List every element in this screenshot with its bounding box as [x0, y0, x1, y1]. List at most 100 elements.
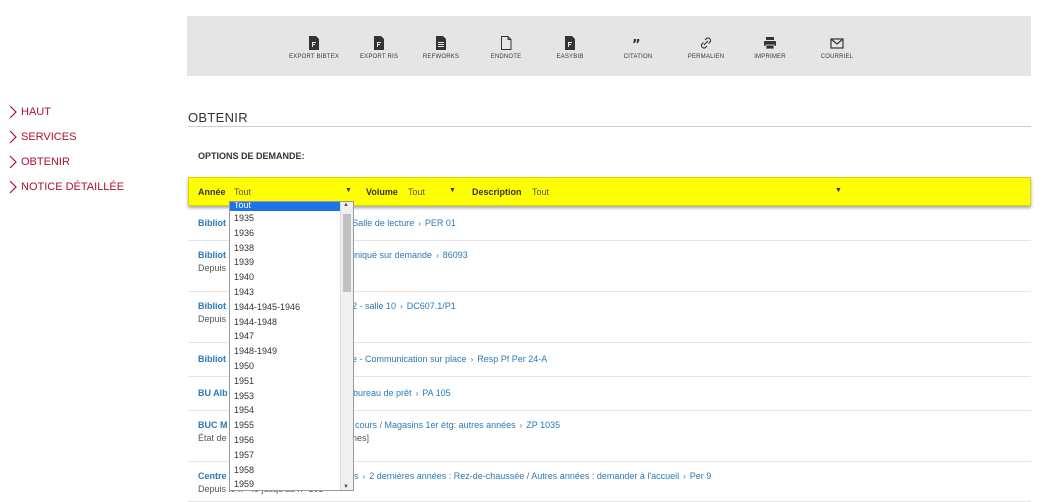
- toolbar-button-export-bibtex[interactable]: EXPORT BIBTEX: [279, 36, 349, 60]
- location-part[interactable]: ée en cours / Magasins 1er étg: autres a…: [330, 420, 516, 430]
- file-icon: [535, 36, 605, 50]
- sidenav-item-obtenir[interactable]: OBTENIR: [8, 154, 124, 170]
- sidenav-item-notice-détaillée[interactable]: NOTICE DÉTAILLÉE: [8, 179, 124, 195]
- scrollbar-thumb[interactable]: [343, 214, 351, 292]
- dropdown-option[interactable]: 1954: [230, 403, 353, 418]
- library-link[interactable]: Bibliot: [198, 301, 226, 311]
- holding-statement: Depuis: [198, 314, 227, 324]
- scroll-down-icon[interactable]: ▼: [343, 484, 349, 490]
- dropdown-option[interactable]: 1939: [230, 255, 353, 270]
- location-part[interactable]: ZP 1035: [526, 420, 560, 430]
- dropdown-option[interactable]: 1936: [230, 226, 353, 241]
- dropdown-option[interactable]: 1944-1948: [230, 315, 353, 330]
- dropdown-option[interactable]: Tout: [230, 202, 353, 211]
- chevron-right-icon: [9, 155, 17, 169]
- section-divider: [188, 126, 1031, 127]
- toolbar-button-citation[interactable]: ” CITATION: [603, 36, 673, 60]
- toolbar-button-permalien[interactable]: PERMALIEN: [671, 36, 741, 60]
- volume-caret-icon[interactable]: ▼: [449, 187, 456, 194]
- library-link[interactable]: Centre: [198, 471, 227, 481]
- request-options-label: OPTIONS DE DEMANDE:: [198, 151, 305, 161]
- dropdown-option[interactable]: 1940: [230, 270, 353, 285]
- chevron-right-icon: ›: [436, 251, 439, 260]
- dropdown-option[interactable]: 1944-1945-1946: [230, 300, 353, 315]
- dropdown-option[interactable]: 1953: [230, 389, 353, 404]
- chevron-right-icon: ›: [400, 302, 403, 311]
- dropdown-option[interactable]: 1948-1949: [230, 344, 353, 359]
- envelope-icon: [802, 36, 872, 50]
- volume-filter-select[interactable]: Tout: [408, 187, 425, 197]
- chevron-right-icon: ›: [470, 355, 474, 364]
- toolbar-button-imprimer[interactable]: IMPRIMER: [735, 36, 805, 60]
- year-filter-select[interactable]: Tout: [234, 187, 251, 197]
- dropdown-option[interactable]: 1950: [230, 359, 353, 374]
- dropdown-option[interactable]: 1957: [230, 448, 353, 463]
- location-part[interactable]: DC607.1/P1: [407, 301, 456, 311]
- description-filter-select[interactable]: Tout: [532, 187, 549, 197]
- file-icon: [344, 36, 414, 50]
- toolbar-button-label: EASYBIB: [556, 54, 584, 60]
- document-icon: [406, 36, 476, 50]
- svg-text:”: ”: [632, 38, 641, 50]
- file-icon: [279, 36, 349, 50]
- toolbar-button-label: ENDNOTE: [490, 54, 522, 60]
- toolbar-button-label: CITATION: [623, 54, 653, 60]
- dropdown-option[interactable]: 1938: [230, 241, 353, 256]
- dropdown-option[interactable]: 1956: [230, 433, 353, 448]
- library-link[interactable]: BU Alb: [198, 388, 228, 398]
- dropdown-option[interactable]: 1943: [230, 285, 353, 300]
- toolbar-button-label: EXPORT RIS: [359, 54, 399, 60]
- holding-statement: Depuis: [198, 263, 227, 273]
- year-filter-label: Année: [198, 187, 226, 197]
- quote-icon: ”: [603, 36, 673, 50]
- toolbar-button-label: IMPRIMER: [754, 54, 786, 60]
- chevron-right-icon: [9, 180, 17, 194]
- sidenav-item-label: HAUT: [21, 106, 51, 118]
- dropdown-scrollbar[interactable]: ▲ ▼: [340, 202, 353, 490]
- library-link[interactable]: Bibliot: [198, 218, 226, 228]
- location-part[interactable]: 86093: [443, 250, 468, 260]
- dropdown-option[interactable]: 1947: [230, 329, 353, 344]
- dropdown-option[interactable]: 1959: [230, 477, 353, 490]
- sidenav-item-label: OBTENIR: [21, 156, 70, 168]
- file-outline-icon: [471, 36, 541, 50]
- dropdown-option[interactable]: 1955: [230, 418, 353, 433]
- toolbar-button-easybib[interactable]: EASYBIB: [535, 36, 605, 60]
- location-part[interactable]: 2 dernières années : Rez-de-chaussée / A…: [369, 471, 679, 481]
- chevron-right-icon: ›: [519, 421, 523, 430]
- sidenav-item-label: SERVICES: [21, 131, 77, 143]
- description-caret-icon[interactable]: ▼: [835, 187, 842, 194]
- chevron-right-icon: [9, 130, 17, 144]
- sidenav-item-services[interactable]: SERVICES: [8, 129, 124, 145]
- chevron-right-icon: ›: [415, 389, 419, 398]
- dropdown-option[interactable]: 1935: [230, 211, 353, 226]
- location-part[interactable]: Resp Pf Per 24-A: [477, 354, 547, 364]
- location-part[interactable]: PER 01: [425, 218, 456, 228]
- chevron-right-icon: ›: [683, 472, 686, 481]
- dropdown-option[interactable]: 1951: [230, 374, 353, 389]
- chevron-right-icon: ›: [362, 472, 366, 481]
- location-part[interactable]: Salle de lecture: [352, 218, 414, 228]
- year-caret-icon[interactable]: ▼: [345, 187, 352, 194]
- link-icon: [671, 36, 741, 50]
- library-link[interactable]: Bibliot: [198, 354, 226, 364]
- toolbar-button-refworks[interactable]: REFWORKS: [406, 36, 476, 60]
- location-part[interactable]: Per 9: [690, 471, 712, 481]
- sidenav-item-haut[interactable]: HAUT: [8, 104, 124, 120]
- dropdown-option[interactable]: 1958: [230, 463, 353, 478]
- chevron-right-icon: [9, 105, 17, 119]
- toolbar-button-export-ris[interactable]: EXPORT RIS: [344, 36, 414, 60]
- library-link[interactable]: BUC M: [198, 420, 228, 430]
- library-link[interactable]: Bibliot: [198, 250, 226, 260]
- chevron-right-icon: ›: [418, 219, 421, 228]
- volume-filter-label: Volume: [366, 187, 398, 197]
- printer-icon: [735, 36, 805, 50]
- export-toolbar: EXPORT BIBTEX EXPORT RIS REFWORKS ENDNOTE EA…: [187, 16, 1031, 76]
- toolbar-button-endnote[interactable]: ENDNOTE: [471, 36, 541, 60]
- year-dropdown-list[interactable]: Tout 1935 1936 1938 1939 1940 1943 1944-1945-19…: [229, 201, 354, 491]
- toolbar-button-label: EXPORT BIBTEX: [288, 54, 340, 60]
- holding-statement: État de: [198, 433, 227, 443]
- toolbar-button-courriel[interactable]: COURRIEL: [802, 36, 872, 60]
- location-part[interactable]: PA 105: [422, 388, 450, 398]
- scroll-up-icon[interactable]: ▲: [343, 202, 349, 208]
